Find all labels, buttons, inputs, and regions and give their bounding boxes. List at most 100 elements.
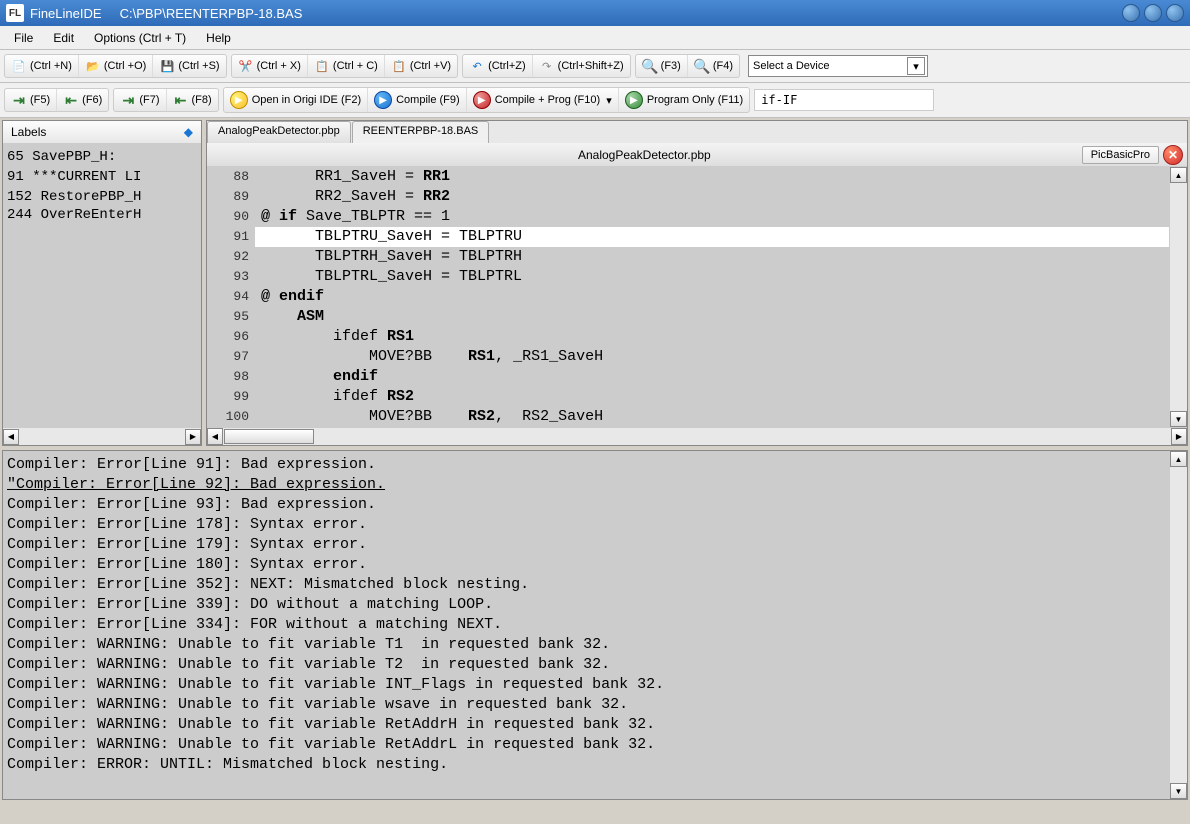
label-item[interactable]: 244 OverReEnterH: [5, 206, 199, 224]
output-text[interactable]: Compiler: Error[Line 91]: Bad expression…: [3, 451, 1169, 799]
menu-options[interactable]: Options (Ctrl + T): [84, 28, 196, 48]
code-area[interactable]: 888990919293949596979899100 RR1_SaveH = …: [207, 167, 1187, 427]
scroll-up-icon[interactable]: ▲: [1170, 451, 1187, 467]
editor-hscroll[interactable]: ◀ ▶: [207, 427, 1187, 445]
new-button[interactable]: 📄(Ctrl +N): [5, 55, 79, 77]
menu-help[interactable]: Help: [196, 28, 241, 48]
indent-right-icon: ⇥: [120, 92, 136, 108]
file-path: C:\PBP\REENTERPBP-18.BAS: [120, 6, 303, 21]
device-select[interactable]: Select a Device ▾: [748, 55, 928, 77]
labels-list[interactable]: 65 SavePBP_H: 91 ***CURRENT LI 152 Restore…: [3, 144, 201, 427]
titlebar: FL FineLineIDE C:\PBP\REENTERPBP-18.BAS: [0, 0, 1190, 26]
tab[interactable]: REENTERPBP-18.BAS: [352, 121, 490, 143]
output-line[interactable]: Compiler: Error[Line 91]: Bad expression…: [7, 455, 1165, 475]
output-panel: Compiler: Error[Line 91]: Bad expression…: [2, 450, 1188, 800]
copy-icon: 📋: [314, 58, 330, 74]
undo-button[interactable]: ↶(Ctrl+Z): [463, 55, 533, 77]
close-window-button[interactable]: [1166, 4, 1184, 22]
dropdown-caret-icon: ▾: [606, 94, 612, 107]
save-icon: 💾: [159, 58, 175, 74]
compile-button[interactable]: ▶Compile (F9): [368, 88, 467, 112]
menu-edit[interactable]: Edit: [43, 28, 84, 48]
indent-f5-button[interactable]: ⇥(F5): [5, 89, 57, 111]
output-line[interactable]: Compiler: WARNING: Unable to fit variabl…: [7, 655, 1165, 675]
labels-header[interactable]: Labels ◆: [3, 121, 201, 144]
play-yellow-icon: ▶: [230, 91, 248, 109]
toolbar-row-2: ⇥(F5) ⇤(F6) ⇥(F7) ⇤(F8) ▶Open in Origi I…: [0, 83, 1190, 118]
play-red-icon: ▶: [473, 91, 491, 109]
program-only-button[interactable]: ▶Program Only (F11): [619, 88, 749, 112]
diamond-icon: ◆: [184, 125, 193, 139]
label-item[interactable]: 65 SavePBP_H:: [5, 148, 199, 166]
output-line[interactable]: Compiler: Error[Line 180]: Syntax error.: [7, 555, 1165, 575]
device-select-text: Select a Device: [753, 60, 829, 72]
editor-header: AnalogPeakDetector.pbp PicBasicPro ✕: [207, 143, 1187, 167]
output-line[interactable]: Compiler: Error[Line 339]: DO without a …: [7, 595, 1165, 615]
main-area: Labels ◆ 65 SavePBP_H: 91 ***CURRENT LI 15…: [0, 118, 1190, 448]
menu-file[interactable]: File: [4, 28, 43, 48]
play-blue-icon: ▶: [374, 91, 392, 109]
indent-f8-button[interactable]: ⇤(F8): [167, 89, 218, 111]
output-line[interactable]: Compiler: ERROR: UNTIL: Mismatched block…: [7, 755, 1165, 775]
compile-prog-button[interactable]: ▶Compile + Prog (F10) ▾: [467, 88, 619, 112]
scroll-right-icon[interactable]: ▶: [185, 429, 201, 445]
scroll-left-icon[interactable]: ◀: [3, 429, 19, 445]
labels-panel: Labels ◆ 65 SavePBP_H: 91 ***CURRENT LI 15…: [2, 120, 202, 446]
new-file-icon: 📄: [11, 58, 27, 74]
menubar: File Edit Options (Ctrl + T) Help: [0, 26, 1190, 50]
dropdown-arrow-icon: ▾: [907, 57, 925, 75]
editor-vscroll[interactable]: ▲ ▼: [1169, 167, 1187, 427]
indent-left-icon: ⇤: [173, 92, 189, 108]
toolbar-row-1: 📄(Ctrl +N) 📂(Ctrl +O) 💾(Ctrl +S) ✂️(Ctrl…: [0, 50, 1190, 83]
redo-icon: ↷: [539, 58, 555, 74]
output-line[interactable]: Compiler: WARNING: Unable to fit variabl…: [7, 715, 1165, 735]
output-line[interactable]: Compiler: Error[Line 178]: Syntax error.: [7, 515, 1165, 535]
find-next-button[interactable]: 🔍(F4): [688, 55, 739, 77]
cut-button[interactable]: ✂️(Ctrl + X): [232, 55, 308, 77]
open-button[interactable]: 📂(Ctrl +O): [79, 55, 153, 77]
editor-close-button[interactable]: ✕: [1163, 145, 1183, 165]
scroll-thumb[interactable]: [224, 429, 314, 444]
output-line[interactable]: Compiler: WARNING: Unable to fit variabl…: [7, 635, 1165, 655]
labels-hscroll[interactable]: ◀ ▶: [3, 427, 201, 445]
label-item[interactable]: 152 RestorePBP_H: [5, 188, 199, 206]
minimize-button[interactable]: [1122, 4, 1140, 22]
open-folder-icon: 📂: [85, 58, 101, 74]
output-line[interactable]: Compiler: Error[Line 334]: FOR without a…: [7, 615, 1165, 635]
indent-right-icon: ⇥: [11, 92, 27, 108]
open-origi-button[interactable]: ▶Open in Origi IDE (F2): [224, 88, 368, 112]
if-text-box[interactable]: if-IF: [754, 89, 934, 111]
maximize-button[interactable]: [1144, 4, 1162, 22]
copy-button[interactable]: 📋(Ctrl + C): [308, 55, 385, 77]
output-vscroll[interactable]: ▲ ▼: [1169, 451, 1187, 799]
save-button[interactable]: 💾(Ctrl +S): [153, 55, 225, 77]
scroll-left-icon[interactable]: ◀: [207, 428, 223, 445]
code-content[interactable]: RR1_SaveH = RR1 RR2_SaveH = RR2@ if Save…: [255, 167, 1169, 427]
redo-button[interactable]: ↷(Ctrl+Shift+Z): [533, 55, 630, 77]
titlebar-text: FineLineIDE C:\PBP\REENTERPBP-18.BAS: [30, 6, 1118, 21]
undo-icon: ↶: [469, 58, 485, 74]
find-button[interactable]: 🔍(F3): [636, 55, 688, 77]
indent-f7-button[interactable]: ⇥(F7): [114, 89, 166, 111]
label-item[interactable]: 91 ***CURRENT LI: [5, 168, 199, 186]
scissors-icon: ✂️: [238, 58, 254, 74]
scroll-down-icon[interactable]: ▼: [1170, 783, 1187, 799]
tab[interactable]: AnalogPeakDetector.pbp: [207, 121, 351, 143]
app-name: FineLineIDE: [30, 6, 102, 21]
scroll-up-icon[interactable]: ▲: [1170, 167, 1187, 183]
output-line[interactable]: Compiler: Error[Line 179]: Syntax error.: [7, 535, 1165, 555]
indent-f6-button[interactable]: ⇤(F6): [57, 89, 108, 111]
paste-button[interactable]: 📋(Ctrl +V): [385, 55, 457, 77]
output-line[interactable]: Compiler: WARNING: Unable to fit variabl…: [7, 695, 1165, 715]
output-line[interactable]: Compiler: Error[Line 93]: Bad expression…: [7, 495, 1165, 515]
scroll-down-icon[interactable]: ▼: [1170, 411, 1187, 427]
output-line[interactable]: "Compiler: Error[Line 92]: Bad expressio…: [7, 475, 1165, 495]
search-icon: 🔍: [642, 58, 658, 74]
output-line[interactable]: Compiler: WARNING: Unable to fit variabl…: [7, 675, 1165, 695]
output-line[interactable]: Compiler: Error[Line 352]: NEXT: Mismatc…: [7, 575, 1165, 595]
editor-tabs: AnalogPeakDetector.pbpREENTERPBP-18.BAS: [207, 121, 1187, 143]
paste-icon: 📋: [391, 58, 407, 74]
scroll-right-icon[interactable]: ▶: [1171, 428, 1187, 445]
output-line[interactable]: Compiler: WARNING: Unable to fit variabl…: [7, 735, 1165, 755]
play-green-icon: ▶: [625, 91, 643, 109]
